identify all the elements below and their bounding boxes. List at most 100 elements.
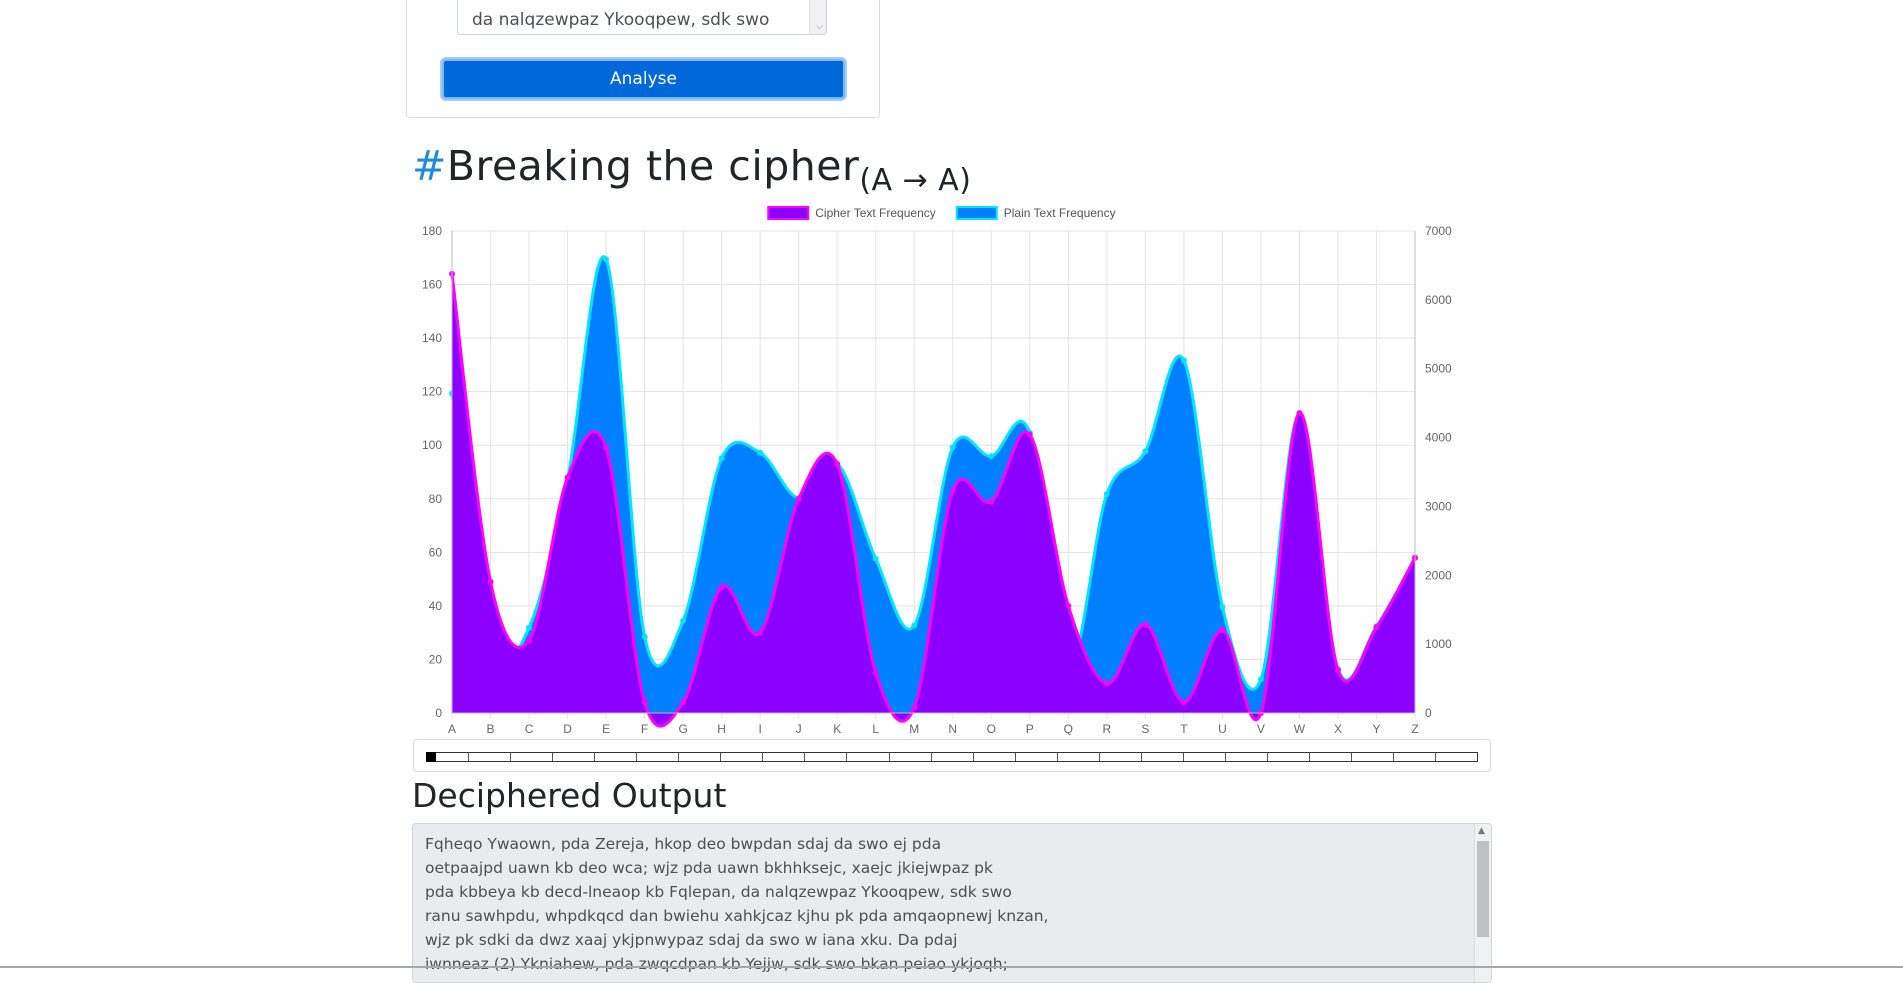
data-point-cipher — [1219, 626, 1226, 633]
legend-swatch — [955, 206, 998, 220]
slider-tick — [511, 753, 554, 761]
title-subscript: (A → A) — [859, 163, 972, 198]
data-point-cipher — [564, 474, 571, 481]
slider-tick — [1226, 753, 1268, 761]
slider-tick — [553, 753, 596, 761]
page-title: #Breaking the cipher(A → A) — [412, 142, 971, 198]
data-point-plain — [526, 624, 533, 631]
slider-track[interactable] — [426, 752, 1478, 762]
y-left-tick-label: 40 — [429, 599, 443, 613]
input-card: da nalqzewpaz Ykooqpew, sdk swo ⌵ Analys… — [406, 0, 880, 118]
y-right-tick-label: 6000 — [1425, 293, 1452, 307]
x-tick-label: D — [563, 722, 572, 735]
data-point-cipher — [526, 637, 533, 644]
data-point-cipher — [1026, 431, 1033, 438]
slider-tick — [721, 753, 764, 761]
data-point-plain — [949, 444, 956, 451]
chevron-up-icon[interactable]: ▲ — [1478, 826, 1485, 836]
x-tick-label: O — [987, 722, 996, 735]
slider-tick — [932, 753, 974, 761]
chevron-down-icon[interactable]: ⌵ — [816, 22, 823, 32]
data-point-plain — [1180, 357, 1187, 364]
analyse-button[interactable]: Analyse — [442, 59, 845, 99]
x-tick-label: I — [758, 722, 761, 735]
x-tick-label: T — [1180, 722, 1188, 735]
data-point-cipher — [1334, 667, 1341, 674]
y-right-tick-label: 4000 — [1425, 431, 1452, 445]
x-tick-label: S — [1141, 722, 1149, 735]
data-point-plain — [1103, 491, 1110, 498]
data-point-cipher — [1103, 680, 1110, 687]
slider-handle[interactable] — [426, 752, 436, 762]
x-tick-label: E — [602, 722, 610, 735]
deciphered-output-heading: Deciphered Output — [412, 776, 727, 815]
output-line: wjz pk sdki da dwz xaaj ykjpnwypaz sdaj … — [425, 931, 958, 949]
slider-tick — [1100, 753, 1142, 761]
slider-tick — [847, 753, 890, 761]
data-point-cipher — [988, 498, 995, 505]
output-line: iwnneaz (2) Ykniahew, pda zwqcdpan kb Ye… — [425, 955, 1008, 973]
data-point-plain — [911, 622, 918, 629]
legend-label: Plain Text Frequency — [1004, 206, 1116, 220]
cipher-text-input[interactable]: da nalqzewpaz Ykooqpew, sdk swo ⌵ — [457, 0, 827, 35]
data-point-cipher — [718, 584, 725, 591]
deciphered-output-text: Fqheqo Ywaown, pda Zereja, hkop deo bwpd… — [425, 832, 1465, 976]
data-point-cipher — [1065, 602, 1072, 609]
x-tick-label: F — [641, 722, 648, 735]
data-point-plain — [603, 256, 610, 263]
slider-tick — [679, 753, 722, 761]
output-scrollbar[interactable]: ▲ — [1474, 824, 1491, 982]
slider-tick — [1436, 753, 1477, 761]
x-tick-label: Q — [1064, 722, 1073, 735]
y-left-tick-label: 160 — [422, 278, 442, 292]
x-tick-label: J — [796, 722, 802, 735]
anchor-hash[interactable]: # — [412, 142, 447, 190]
slider-tick — [974, 753, 1016, 761]
y-left-tick-label: 180 — [422, 224, 442, 238]
y-left-tick-label: 80 — [429, 492, 443, 506]
data-point-plain — [872, 555, 879, 562]
slider-tick — [1394, 753, 1437, 761]
slider-tick — [469, 753, 512, 761]
cipher-input-scrollbar[interactable]: ⌵ — [809, 0, 826, 34]
y-left-tick-label: 140 — [422, 331, 442, 345]
data-point-cipher — [911, 704, 918, 711]
x-tick-label: G — [678, 722, 687, 735]
slider-tick — [1184, 753, 1226, 761]
data-point-cipher — [795, 495, 802, 502]
y-right-tick-label: 2000 — [1425, 568, 1452, 582]
slider-tick — [1016, 753, 1058, 761]
x-tick-label: M — [909, 722, 919, 735]
output-line: pda kbbeya kb decd-lneaop kb Fqlepan, da… — [425, 883, 1012, 901]
y-left-tick-label: 60 — [429, 545, 443, 559]
x-tick-label: C — [525, 722, 534, 735]
y-right-tick-label: 5000 — [1425, 362, 1452, 376]
frequency-chart: 0 20 40 60 80 100 120 140 160 180 0 1000 2000 3000 400… — [422, 206, 1452, 735]
slider-tick — [637, 753, 680, 761]
y-left-tick-label: 0 — [435, 706, 442, 720]
data-point-cipher — [680, 699, 687, 706]
x-tick-label: P — [1026, 722, 1034, 735]
data-point-plain — [1219, 603, 1226, 610]
y-left-tick-label: 100 — [422, 438, 442, 452]
data-point-cipher — [1142, 621, 1149, 628]
y-right-tick-label: 7000 — [1425, 224, 1452, 238]
x-tick-label: H — [717, 722, 726, 735]
data-point-plain — [988, 453, 995, 460]
data-point-cipher — [1373, 624, 1380, 631]
data-point-plain — [1142, 448, 1149, 455]
x-tick-label: N — [948, 722, 957, 735]
shift-slider[interactable] — [413, 739, 1491, 772]
data-point-plain — [641, 633, 648, 640]
y-left-tick-label: 20 — [429, 652, 443, 666]
slider-tick — [763, 753, 806, 761]
x-tick-label: X — [1334, 722, 1342, 735]
slider-tick — [1352, 753, 1395, 761]
x-tick-label: K — [833, 722, 841, 735]
data-point-plain — [1257, 676, 1264, 683]
deciphered-output-textarea[interactable]: Fqheqo Ywaown, pda Zereja, hkop deo bwpd… — [412, 823, 1492, 983]
x-tick-label: W — [1294, 722, 1306, 735]
y-left-tick-label: 120 — [422, 385, 442, 399]
slider-tick — [890, 753, 932, 761]
output-scroll-thumb[interactable] — [1477, 841, 1489, 937]
